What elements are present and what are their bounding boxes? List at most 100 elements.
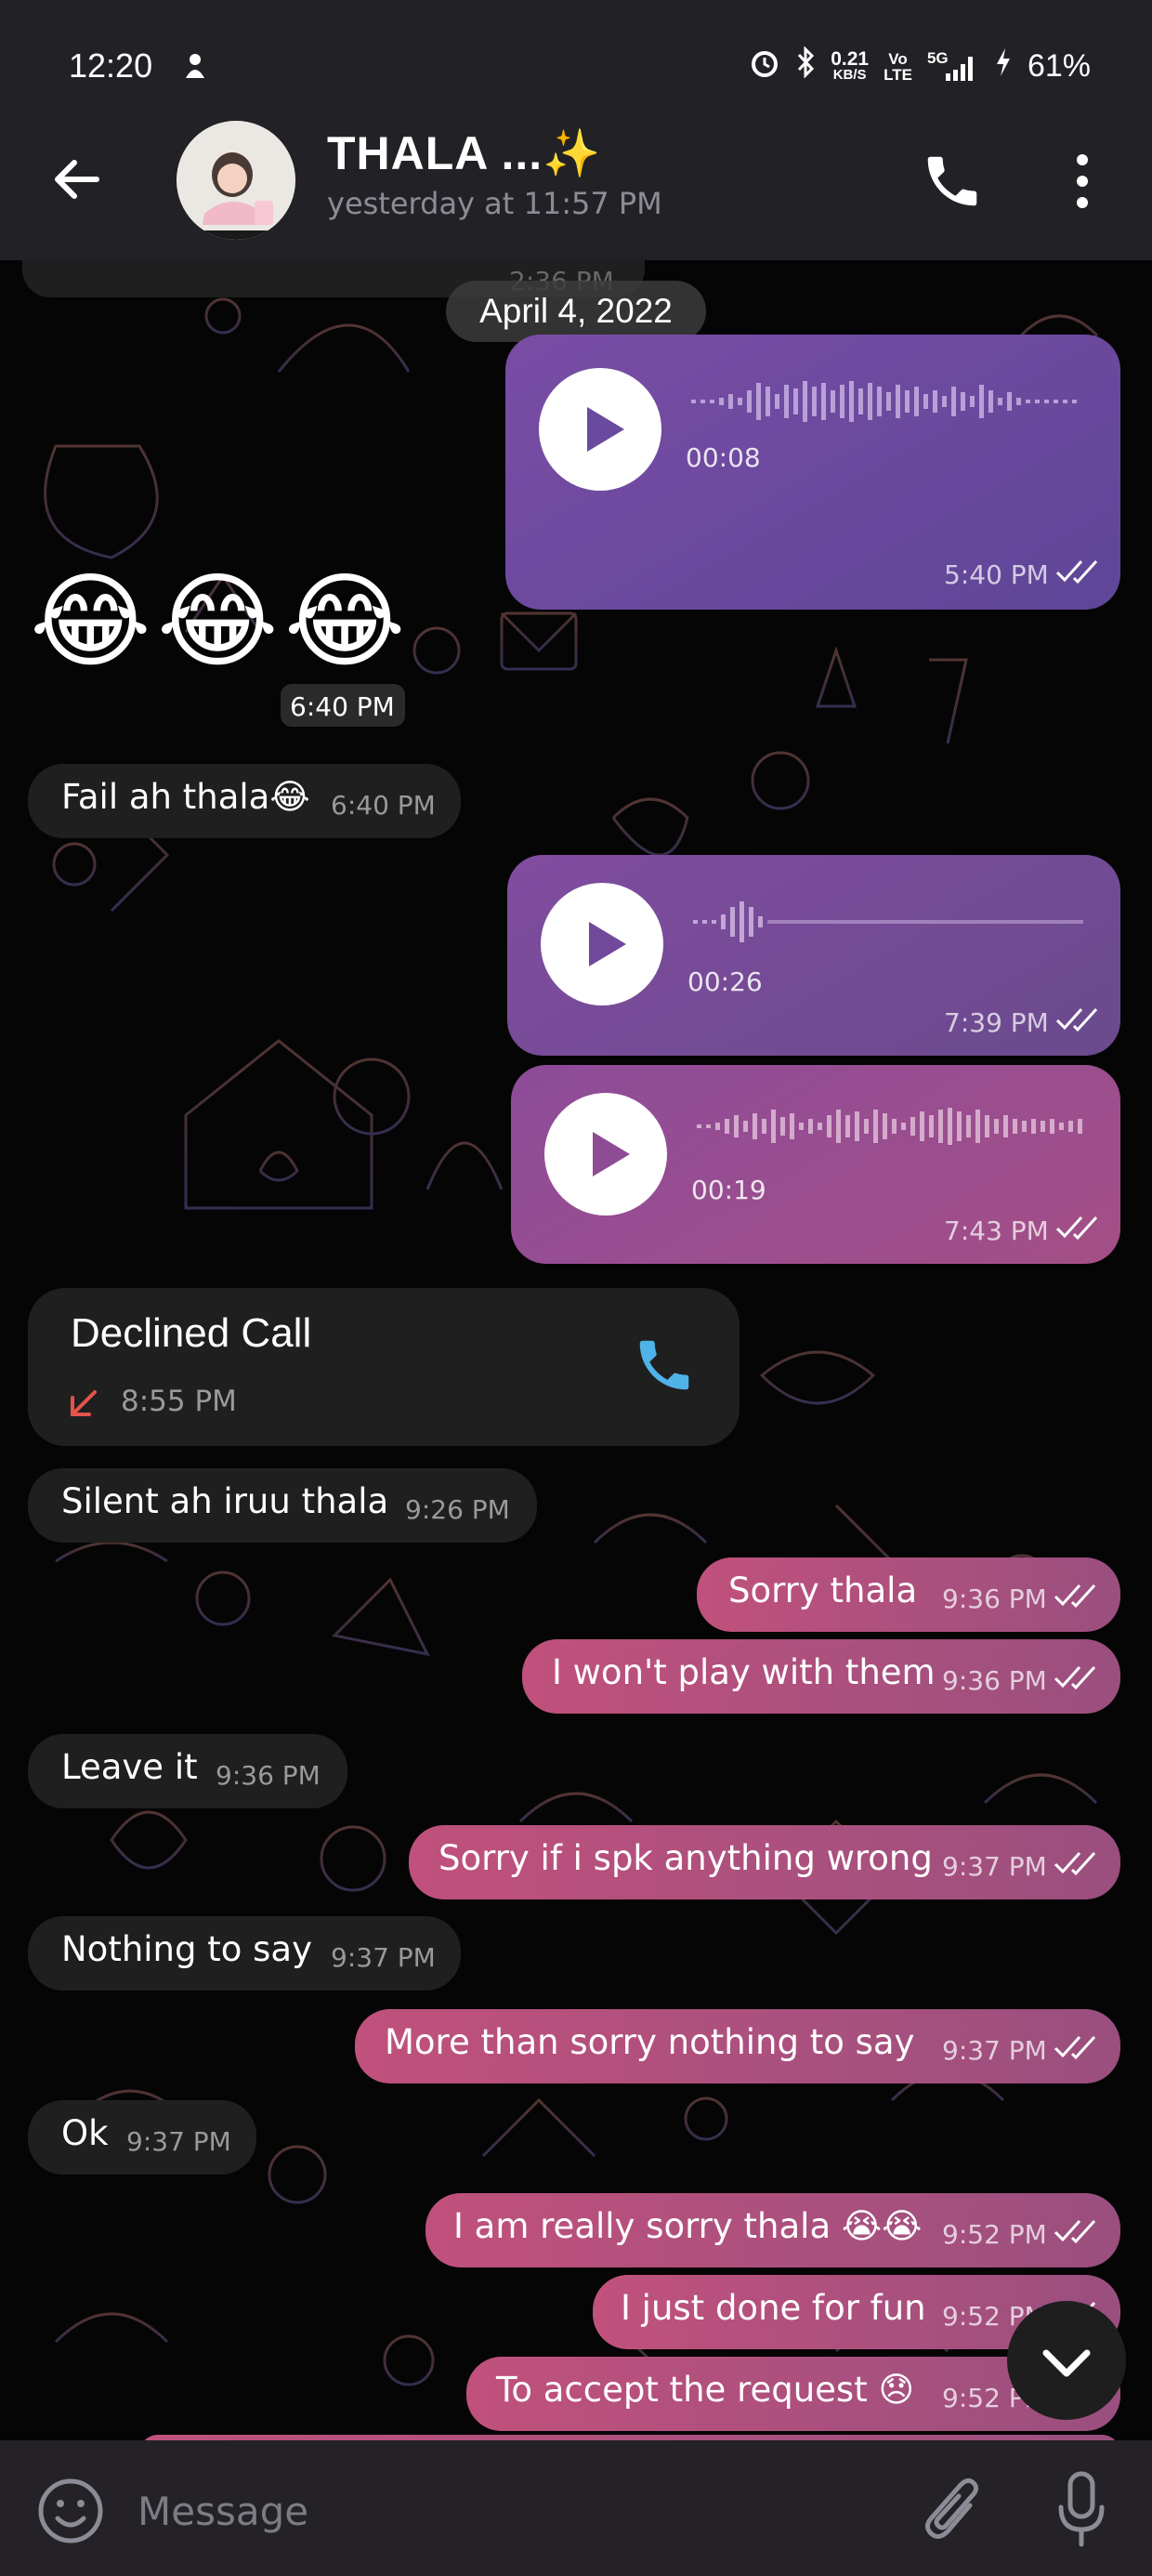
outgoing-message[interactable]: Sorry if i spk anything wrong 9:37 PM bbox=[409, 1825, 1120, 1899]
message-time: 9:37 PM bbox=[942, 1851, 1047, 1882]
voice-record-button[interactable] bbox=[1054, 2468, 1109, 2550]
play-button[interactable] bbox=[541, 883, 663, 1005]
call-log-message[interactable]: Declined Call 8:55 PM bbox=[28, 1288, 740, 1446]
message-time: 5:40 PM bbox=[944, 559, 1049, 590]
volte-top: Vo bbox=[888, 49, 908, 68]
network-speed: 0.21 KB/S bbox=[831, 47, 870, 83]
chevron-down-icon bbox=[1042, 2349, 1091, 2377]
voice-duration: 00:26 bbox=[687, 966, 763, 997]
play-icon bbox=[587, 407, 624, 452]
voice-duration: 00:08 bbox=[686, 442, 761, 473]
message-text: I am really sorry thala 😭😭 bbox=[453, 2206, 923, 2246]
play-icon bbox=[589, 922, 626, 966]
outgoing-message[interactable]: I won't play with them 9:36 PM bbox=[522, 1639, 1120, 1714]
voice-duration: 00:19 bbox=[691, 1175, 766, 1205]
emoji-time-pill: 6:40 PM bbox=[281, 684, 405, 727]
message-list[interactable]: 2:36 PM April 4, 2022 00:08 5:40 PM 😂😂😂 … bbox=[0, 260, 1152, 2440]
outgoing-message[interactable]: I am really sorry thala 😭😭 9:52 PM bbox=[425, 2193, 1120, 2267]
back-arrow-icon bbox=[55, 160, 99, 199]
signal-icon: 5G bbox=[927, 49, 979, 83]
play-button[interactable] bbox=[539, 368, 661, 491]
voice-message[interactable]: 00:08 5:40 PM bbox=[505, 335, 1120, 610]
message-time: 9:37 PM bbox=[126, 2126, 231, 2157]
message-time: 7:43 PM bbox=[944, 1216, 1049, 1246]
voice-message[interactable]: 00:26 7:39 PM bbox=[507, 855, 1120, 1056]
phone-icon bbox=[927, 156, 977, 206]
notification-icon bbox=[182, 52, 208, 84]
volte-indicator: Vo LTE bbox=[884, 51, 912, 83]
attach-button[interactable] bbox=[920, 2474, 985, 2548]
scroll-to-bottom-button[interactable] bbox=[1007, 2301, 1126, 2420]
message-time: 9:36 PM bbox=[216, 1760, 321, 1791]
message-text: Ok bbox=[61, 2113, 109, 2153]
contact-name[interactable]: THALA ...✨ bbox=[327, 126, 601, 181]
play-icon bbox=[593, 1132, 630, 1176]
message-text: More than sorry nothing to say bbox=[385, 2022, 915, 2062]
status-time: 12:20 bbox=[69, 46, 153, 85]
double-check-icon bbox=[1054, 1584, 1096, 1609]
last-seen-status: yesterday at 11:57 PM bbox=[327, 186, 662, 221]
call-back-button[interactable] bbox=[632, 1333, 697, 1398]
outgoing-message[interactable]: Sorry thala 9:36 PM bbox=[697, 1557, 1120, 1632]
message-text: I won't play with them bbox=[552, 1652, 936, 1692]
bluetooth-icon bbox=[795, 46, 816, 86]
incoming-message[interactable]: Ok 9:37 PM bbox=[28, 2100, 256, 2175]
speed-unit: KB/S bbox=[832, 66, 867, 83]
voice-message[interactable]: 00:19 7:43 PM bbox=[511, 1065, 1120, 1264]
message-text: Fail ah thala😂 bbox=[61, 777, 310, 817]
message-time: 9:52 PM bbox=[942, 2219, 1047, 2250]
double-check-icon bbox=[1054, 2219, 1096, 2244]
incoming-message[interactable]: Leave it 9:36 PM bbox=[28, 1734, 347, 1808]
voice-waveform bbox=[697, 1108, 1082, 1145]
message-text: I just done for fun bbox=[621, 2288, 926, 2328]
emoji-text: 😂😂😂 bbox=[30, 561, 412, 682]
message-time: 9:36 PM bbox=[942, 1584, 1047, 1614]
message-text: Nothing to say bbox=[61, 1929, 313, 1969]
status-icons: 0.21 KB/S Vo LTE 5G 61% bbox=[749, 46, 1091, 86]
charging-icon bbox=[994, 46, 1013, 86]
battery-level: 61% bbox=[1027, 48, 1091, 84]
message-time: 7:39 PM bbox=[944, 1007, 1049, 1038]
incoming-message[interactable]: Silent ah iruu thala 9:26 PM bbox=[28, 1468, 537, 1543]
message-time: 9:37 PM bbox=[331, 1942, 436, 1973]
message-text: Sorry if i spk anything wrong bbox=[439, 1838, 933, 1878]
attach-icon bbox=[925, 2477, 979, 2539]
alarm-icon bbox=[749, 46, 780, 86]
double-check-icon bbox=[1055, 559, 1098, 585]
incoming-message[interactable]: Nothing to say 9:37 PM bbox=[28, 1916, 461, 1991]
more-options-button[interactable] bbox=[1059, 151, 1106, 212]
outgoing-message[interactable]: More than sorry nothing to say 9:37 PM bbox=[355, 2009, 1120, 2083]
volte-bottom: LTE bbox=[884, 65, 912, 84]
more-vert-icon bbox=[1077, 154, 1088, 208]
message-time: 9:37 PM bbox=[942, 2035, 1047, 2066]
message-input[interactable] bbox=[137, 2483, 881, 2539]
message-time: 6:40 PM bbox=[331, 790, 436, 821]
avatar[interactable] bbox=[177, 121, 295, 240]
incoming-message[interactable]: Fail ah thala😂 6:40 PM bbox=[28, 764, 461, 838]
emoji-message[interactable]: 😂😂😂 6:40 PM bbox=[28, 558, 418, 727]
message-text: Leave it bbox=[61, 1747, 198, 1787]
emoji-button[interactable] bbox=[35, 2476, 106, 2546]
speed-value: 0.21 bbox=[831, 47, 870, 70]
voice-waveform bbox=[691, 381, 1077, 422]
call-button[interactable] bbox=[920, 149, 985, 214]
double-check-icon bbox=[1054, 1851, 1096, 1876]
play-button[interactable] bbox=[544, 1093, 667, 1216]
message-time: 6:40 PM bbox=[290, 691, 395, 722]
double-check-icon bbox=[1055, 1216, 1098, 1241]
date-divider: April 4, 2022 bbox=[446, 281, 706, 342]
double-check-icon bbox=[1054, 2035, 1096, 2060]
message-text: To accept the request 😞 bbox=[496, 2370, 915, 2410]
message-text: Sorry thala bbox=[728, 1571, 918, 1610]
declined-arrow-icon bbox=[71, 1390, 97, 1416]
message-text: Silent ah iruu thala bbox=[61, 1481, 389, 1521]
double-check-icon bbox=[1055, 1007, 1098, 1032]
voice-waveform bbox=[693, 901, 1083, 942]
chat-header: THALA ...✨ yesterday at 11:57 PM bbox=[0, 102, 1152, 260]
message-composer bbox=[0, 2440, 1152, 2576]
back-button[interactable] bbox=[46, 149, 108, 210]
emoji-icon bbox=[38, 2478, 103, 2543]
message-time: 9:36 PM bbox=[942, 1665, 1047, 1696]
message-time: 9:26 PM bbox=[405, 1494, 510, 1525]
call-title: Declined Call bbox=[71, 1310, 312, 1356]
